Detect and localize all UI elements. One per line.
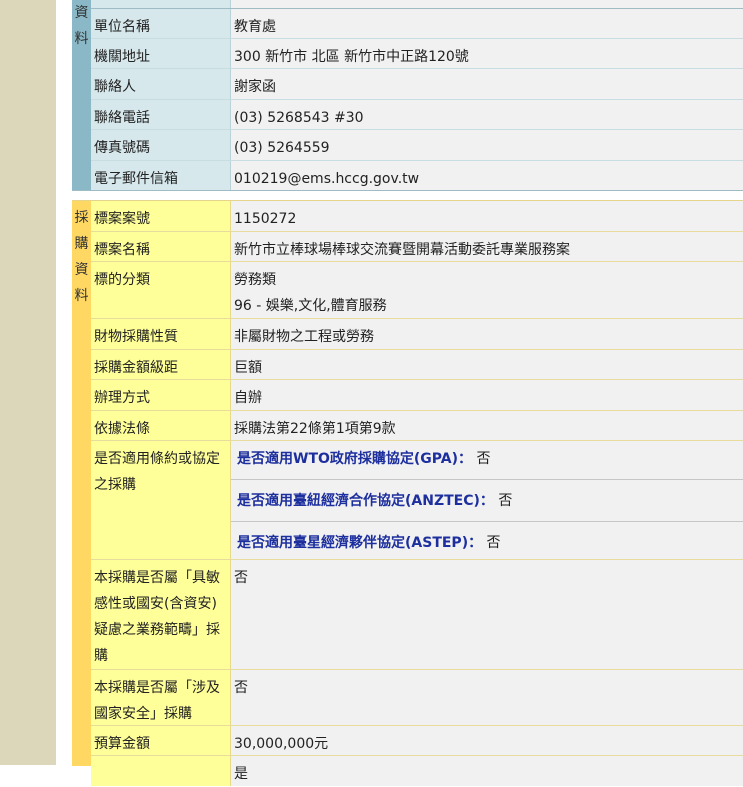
contact-section: 資料 單位名稱 教育處 機關地址 300 新竹市 北區 新竹市中正路120號 聯… bbox=[72, 0, 743, 191]
table-row-amount-tier: 採購金額級距 巨額 bbox=[91, 350, 743, 380]
table-row-email: 電子郵件信箱 010219@ems.hccg.gov.tw bbox=[91, 160, 743, 190]
amount-tier-label: 採購金額級距 bbox=[91, 350, 231, 379]
table-row-sensitive: 本採購是否屬「具敏感性或國安(含資安)疑慮之業務範疇」採購 否 bbox=[91, 560, 743, 670]
case-name-value: 新竹市立棒球場棒球交流賽暨開幕活動委託專業服務案 bbox=[231, 232, 743, 261]
treaty-gpa-name: 是否適用WTO政府採購協定(GPA)： bbox=[237, 451, 472, 467]
table-row-case-no: 標案案號 1150272 bbox=[91, 201, 743, 232]
address-label: 機關地址 bbox=[91, 39, 231, 68]
nature-label: 財物採購性質 bbox=[91, 319, 231, 349]
procurement-category-label: 採購資料 bbox=[72, 201, 91, 321]
table-row-phone: 聯絡電話 (03) 5268543 #30 bbox=[91, 99, 743, 129]
table-row-fax: 傳真號碼 (03) 5264559 bbox=[91, 129, 743, 160]
table-row-law: 依據法條 採購法第22條第1項第9款 bbox=[91, 411, 743, 441]
table-row-subject: 標的分類 勞務類 96 - 娛樂,文化,體育服務 bbox=[91, 262, 743, 319]
treaty-gpa-value: 否 bbox=[476, 451, 491, 467]
table-row-contact-person: 聯絡人 謝家函 bbox=[91, 68, 743, 99]
page-gutter bbox=[56, 0, 72, 765]
address-value: 300 新竹市 北區 新竹市中正路120號 bbox=[231, 39, 743, 68]
table-row-budget: 預算金額 30,000,000元 bbox=[91, 726, 743, 756]
table-row-next: 是 bbox=[91, 756, 743, 786]
case-no-label: 標案案號 bbox=[91, 201, 231, 231]
next-value: 是 bbox=[231, 756, 743, 786]
next-label bbox=[91, 756, 231, 786]
treaty-label: 是否適用條約或協定之採購 bbox=[91, 441, 231, 559]
budget-value: 30,000,000元 bbox=[231, 726, 743, 755]
page-margin bbox=[0, 0, 56, 765]
treaty-anztec-value: 否 bbox=[498, 493, 513, 509]
procurement-section: 採購資料 標案案號 1150272 標案名稱 新竹市立棒球場棒球交流賽暨開幕活動… bbox=[72, 200, 743, 786]
case-no-value: 1150272 bbox=[231, 201, 743, 231]
nature-value: 非屬財物之工程或勞務 bbox=[231, 319, 743, 349]
table-row-national-security: 本採購是否屬「涉及國家安全」採購 否 bbox=[91, 670, 743, 726]
table-row-treaty: 是否適用條約或協定之採購 是否適用WTO政府採購協定(GPA)： 否 是否適用臺… bbox=[91, 441, 743, 560]
phone-value: (03) 5268543 #30 bbox=[231, 100, 743, 129]
fax-value: (03) 5264559 bbox=[231, 130, 743, 160]
subject-value-line1: 勞務類 bbox=[234, 272, 276, 288]
email-value: 010219@ems.hccg.gov.tw bbox=[231, 161, 743, 190]
subject-value: 勞務類 96 - 娛樂,文化,體育服務 bbox=[231, 262, 743, 318]
treaty-value: 是否適用WTO政府採購協定(GPA)： 否 是否適用臺紐經濟合作協定(ANZTE… bbox=[231, 441, 743, 559]
table-row-address: 機關地址 300 新竹市 北區 新竹市中正路120號 bbox=[91, 38, 743, 68]
subject-value-line2: 96 - 娛樂,文化,體育服務 bbox=[234, 298, 387, 314]
contact-person-value: 謝家函 bbox=[231, 69, 743, 99]
unit-name-value: 教育處 bbox=[231, 9, 743, 38]
table-row-nature: 財物採購性質 非屬財物之工程或勞務 bbox=[91, 319, 743, 350]
phone-label: 聯絡電話 bbox=[91, 100, 231, 129]
treaty-item-gpa: 是否適用WTO政府採購協定(GPA)： 否 bbox=[231, 446, 743, 472]
contact-person-label: 聯絡人 bbox=[91, 69, 231, 99]
national-security-value: 否 bbox=[231, 670, 743, 725]
law-value: 採購法第22條第1項第9款 bbox=[231, 411, 743, 440]
sensitive-value: 否 bbox=[231, 560, 743, 669]
fax-label: 傳真號碼 bbox=[91, 130, 231, 160]
treaty-item-anztec: 是否適用臺紐經濟合作協定(ANZTEC)： 否 bbox=[231, 488, 743, 514]
treaty-astep-name: 是否適用臺星經濟夥伴協定(ASTEP)： bbox=[237, 535, 483, 551]
table-row bbox=[91, 0, 743, 8]
subject-label: 標的分類 bbox=[91, 262, 231, 318]
table-row-case-name: 標案名稱 新竹市立棒球場棒球交流賽暨開幕活動委託專業服務案 bbox=[91, 232, 743, 262]
national-security-label: 本採購是否屬「涉及國家安全」採購 bbox=[91, 670, 231, 725]
law-label: 依據法條 bbox=[91, 411, 231, 440]
amount-tier-value: 巨額 bbox=[231, 350, 743, 379]
unit-name-label: 單位名稱 bbox=[91, 9, 231, 38]
contact-category-label: 資料 bbox=[72, 0, 91, 190]
table-row-unit-name: 單位名稱 教育處 bbox=[91, 8, 743, 38]
treaty-item-astep: 是否適用臺星經濟夥伴協定(ASTEP)： 否 bbox=[231, 530, 743, 556]
case-name-label: 標案名稱 bbox=[91, 232, 231, 261]
method-label: 辦理方式 bbox=[91, 380, 231, 410]
treaty-anztec-name: 是否適用臺紐經濟合作協定(ANZTEC)： bbox=[237, 493, 494, 509]
budget-label: 預算金額 bbox=[91, 726, 231, 755]
table-row-method: 辦理方式 自辦 bbox=[91, 380, 743, 411]
email-label: 電子郵件信箱 bbox=[91, 161, 231, 190]
method-value: 自辦 bbox=[231, 380, 743, 410]
sensitive-label: 本採購是否屬「具敏感性或國安(含資安)疑慮之業務範疇」採購 bbox=[91, 560, 231, 669]
treaty-astep-value: 否 bbox=[486, 535, 501, 551]
